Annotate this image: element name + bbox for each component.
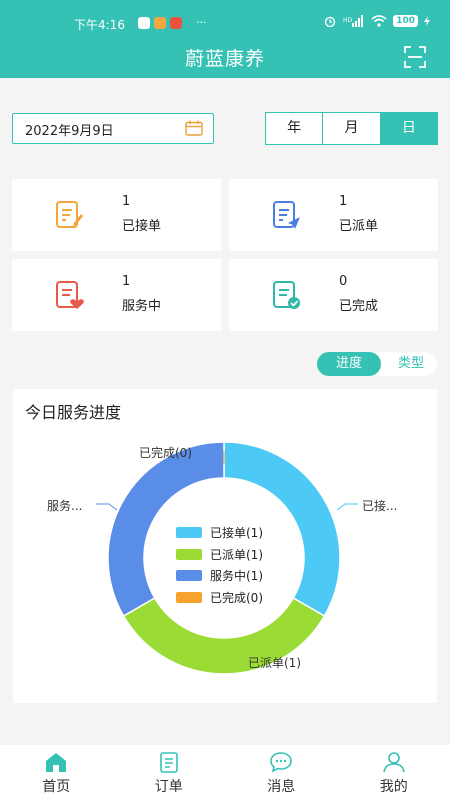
status-bar: 下午4:16 ··· HD 100	[0, 14, 450, 34]
nav-messages[interactable]: 消息	[225, 745, 338, 800]
nav-label: 首页	[42, 779, 71, 795]
nav-orders[interactable]: 订单	[113, 745, 226, 800]
toggle-type[interactable]: 类型	[389, 352, 433, 376]
pie-label-accepted: 已接...	[362, 499, 398, 513]
page-title: 蔚蓝康养	[184, 48, 265, 70]
wifi-icon	[371, 15, 387, 27]
in-service-icon	[56, 281, 84, 309]
legend-label: 服务中(1)	[210, 569, 263, 584]
chart-legend: 已接单(1) 已派单(1) 服务中(1) 已完成(0)	[176, 522, 263, 608]
period-tabs: 年 月 日	[265, 112, 438, 145]
nav-label: 订单	[154, 779, 183, 795]
app-notification-icon	[138, 16, 150, 29]
nav-profile[interactable]: 我的	[338, 745, 450, 800]
stat-count: 0	[339, 274, 348, 289]
accepted-order-icon	[56, 201, 83, 228]
status-time: 下午4:16	[74, 18, 125, 32]
svg-text:HD: HD	[343, 17, 353, 24]
stat-count: 1	[339, 194, 348, 209]
stat-label: 服务中	[122, 299, 162, 314]
charging-icon	[424, 16, 430, 26]
nav-label: 消息	[267, 779, 296, 795]
legend-item[interactable]: 已派单(1)	[176, 544, 263, 566]
date-picker[interactable]: 2022年9月9日	[12, 113, 214, 144]
legend-label: 已派单(1)	[210, 547, 263, 562]
pie-label-completed: 已完成(0)	[139, 446, 192, 460]
stat-label: 已完成	[339, 299, 379, 314]
view-toggle: 进度 类型	[317, 352, 437, 376]
stat-card-accepted[interactable]: 1 已接单	[12, 179, 221, 251]
stat-label: 已派单	[339, 219, 379, 234]
alarm-icon	[325, 16, 336, 27]
bottom-nav: 首页 订单 消息 我的	[0, 745, 450, 800]
pie-label-in-service: 服务...	[47, 499, 83, 513]
legend-item[interactable]: 已完成(0)	[176, 587, 263, 609]
messages-icon	[270, 752, 293, 773]
legend-swatch	[176, 570, 202, 582]
notification-icons: ···	[138, 16, 207, 29]
legend-label: 已完成(0)	[210, 590, 263, 605]
stat-label: 已接单	[122, 219, 162, 234]
app-notification-icon	[154, 16, 166, 29]
legend-swatch	[176, 527, 202, 539]
tab-year[interactable]: 年	[266, 113, 324, 144]
date-value: 2022年9月9日	[25, 124, 114, 139]
pie-label-dispatched: 已派单(1)	[248, 656, 301, 670]
legend-swatch	[176, 591, 202, 603]
card-title: 今日服务进度	[25, 403, 122, 422]
completed-order-icon	[273, 281, 300, 309]
app-notification-icon	[170, 16, 182, 29]
stat-count: 1	[122, 274, 131, 289]
battery-icon: 100	[393, 15, 418, 27]
stat-card-completed[interactable]: 0 已完成	[229, 259, 438, 331]
app-header: 下午4:16 ··· HD 100 蔚蓝康养	[0, 0, 450, 78]
legend-item[interactable]: 已接单(1)	[176, 522, 263, 544]
stat-card-dispatched[interactable]: 1 已派单	[229, 179, 438, 251]
legend-item[interactable]: 服务中(1)	[176, 565, 263, 587]
tab-month[interactable]: 月	[323, 113, 381, 144]
profile-icon	[382, 752, 405, 773]
orders-icon	[159, 752, 178, 773]
tab-day[interactable]: 日	[380, 113, 437, 144]
dispatched-order-icon	[273, 201, 300, 229]
nav-label: 我的	[379, 779, 408, 795]
stat-count: 1	[122, 194, 131, 209]
legend-label: 已接单(1)	[210, 526, 263, 541]
toggle-progress[interactable]: 进度	[317, 352, 381, 376]
stat-card-in-service[interactable]: 1 服务中	[12, 259, 221, 331]
home-icon	[46, 753, 67, 772]
calendar-icon	[185, 120, 203, 136]
scan-icon[interactable]	[404, 46, 426, 68]
nav-home[interactable]: 首页	[0, 745, 113, 800]
signal-icon: HD	[343, 15, 364, 27]
system-status-icons: HD 100	[323, 15, 430, 27]
legend-swatch	[176, 548, 202, 560]
more-notifications-icon: ···	[196, 16, 207, 29]
